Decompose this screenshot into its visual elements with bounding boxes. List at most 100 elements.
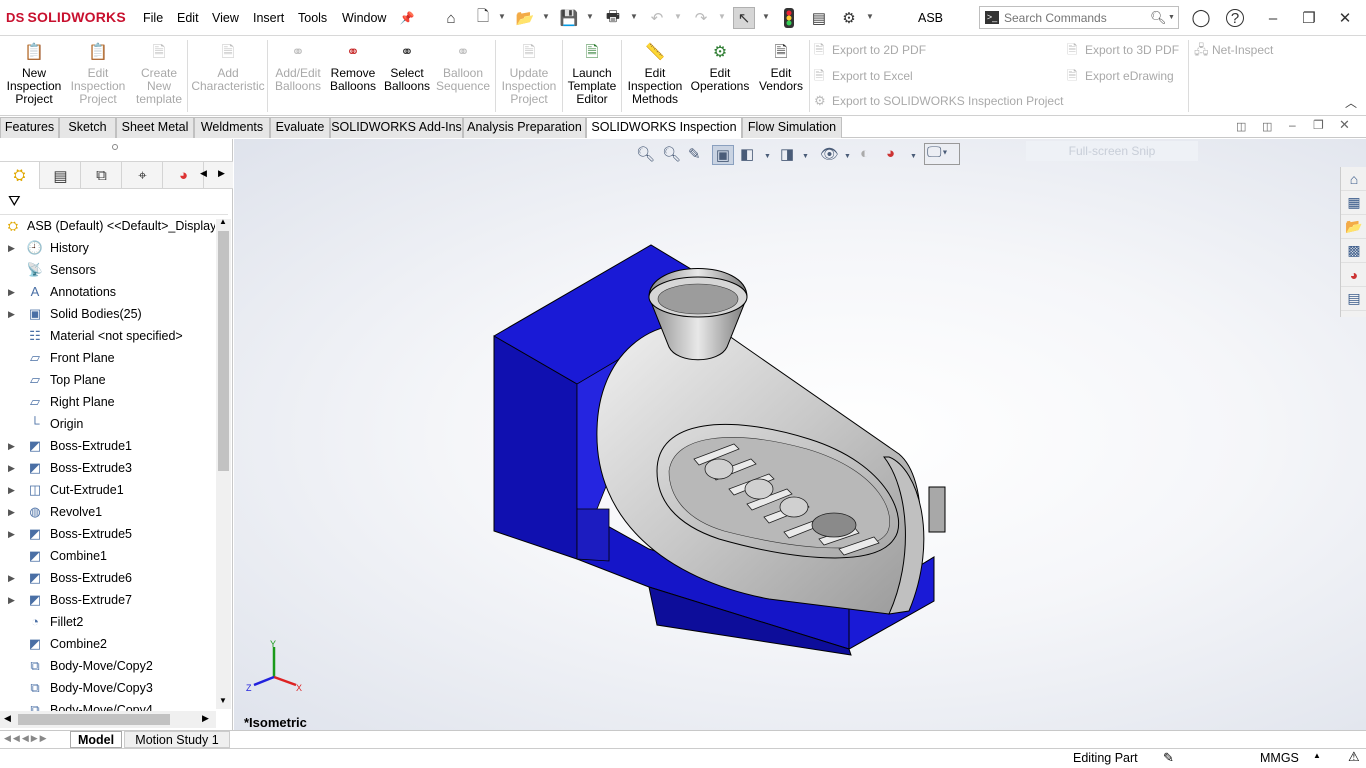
splitter-handle-icon[interactable] [112,144,118,150]
file-explorer-icon[interactable]: 📂 [1341,215,1366,239]
scroll-right-icon[interactable]: ▶ [218,168,225,179]
menu-edit[interactable]: Edit [177,11,199,25]
panel-splitter[interactable] [0,139,233,161]
scroll-up-icon[interactable]: ▲ [219,217,227,226]
expand-arrow-icon[interactable]: ▶ [8,501,15,523]
feature-manager-tab-icon[interactable]: ⛭ [0,162,40,189]
expand-arrow-icon[interactable]: ▶ [8,589,15,611]
unit-system[interactable]: MMGS [1260,751,1299,765]
tab-navigation-icon[interactable]: ◀◀◀▶▶ [4,733,49,744]
export-excel-button[interactable]: 🗎 Export to Excel [814,67,913,89]
minimize-icon[interactable]: – [1262,7,1284,29]
tile-right-icon[interactable]: ◫ [1262,120,1272,133]
tab-sketch[interactable]: Sketch [59,117,116,138]
zoom-to-area-icon[interactable]: 🔍︎ [662,145,681,163]
expand-arrow-icon[interactable]: ▶ [8,523,15,545]
scroll-thumb[interactable] [18,714,170,725]
edit-vendors-button[interactable]: 🗎 Edit Vendors [754,41,808,93]
tree-item[interactable]: 📡 Sensors [0,259,215,281]
view-palette-icon[interactable]: ▩ [1341,239,1366,263]
tab-sheet-metal[interactable]: Sheet Metal [116,117,194,138]
tree-vertical-scrollbar[interactable]: ▲ ▼ [216,217,231,709]
create-new-template-button[interactable]: 🗎 Create New template [129,41,189,106]
new-inspection-project-button[interactable]: 📋 New Inspection Project [4,41,64,106]
export-edrawing-button[interactable]: 🗎 Export eDrawing [1067,67,1174,89]
configuration-manager-tab-icon[interactable]: ⧉ [82,162,122,189]
expand-arrow-icon[interactable]: ▶ [8,303,15,325]
custom-properties-icon[interactable]: ▤ [1341,287,1366,311]
expand-arrow-icon[interactable]: ▶ [8,237,15,259]
doc-minimize-icon[interactable]: – [1289,118,1296,132]
display-style-icon[interactable]: ◨ [780,145,794,163]
scroll-left-icon[interactable]: ◀ [4,713,11,724]
tree-item[interactable]: ▶ ◩ Boss-Extrude3 [0,457,215,479]
tab-features[interactable]: Features [0,117,59,138]
section-view-icon[interactable]: ▣ [712,145,734,165]
dimxpert-tab-icon[interactable]: ⌖ [123,162,163,189]
close-icon[interactable]: ✕ [1334,7,1356,29]
display-manager-tab-icon[interactable]: ◕ [164,162,204,189]
tree-item[interactable]: └ Origin [0,413,215,435]
chevron-down-icon[interactable]: ▼ [866,12,874,21]
export-2d-pdf-button[interactable]: 🗎 Export to 2D PDF [814,41,926,63]
search-input[interactable] [1004,10,1144,26]
add-characteristic-button[interactable]: 🗎 Add Characteristic [190,41,266,93]
file-properties-icon[interactable]: ▤ [808,7,830,29]
graphics-area[interactable]: 🔍︎ 🔍︎ ✎ ▣ ◧ ▼ ◨ ▼ 👁︎ ▼ ◐ ◕ ▼ 🖵▼ Full-scr… [234,139,1366,730]
tree-filter[interactable]: ⛛ [0,189,228,215]
user-account-icon[interactable]: ◯ [1190,7,1212,29]
view-settings-icon[interactable]: 🖵▼ [924,143,960,165]
chevron-down-icon[interactable]: ▼ [586,12,594,21]
tab-analysis-preparation[interactable]: Analysis Preparation [463,117,586,138]
balloon-sequence-button[interactable]: ⚭ Balloon Sequence [435,41,491,93]
scroll-right-icon[interactable]: ▶ [202,713,209,724]
expand-arrow-icon[interactable]: ▶ [8,457,15,479]
tab-solidworks-inspection[interactable]: SOLIDWORKS Inspection [586,117,742,138]
expand-arrow-icon[interactable]: ▶ [8,479,15,501]
print-icon[interactable]: 🖶 [602,7,624,29]
previous-view-icon[interactable]: ✎ [688,145,701,163]
menu-tools[interactable]: Tools [298,11,327,25]
filter-icon[interactable]: ⛛ [8,193,21,210]
edit-operations-button[interactable]: ⚙ Edit Operations [688,41,752,93]
options-gear-icon[interactable]: ⚙ [838,7,860,29]
expand-arrow-icon[interactable]: ▶ [8,281,15,303]
menu-window[interactable]: Window [342,11,386,25]
tab-solidworks-add-ins[interactable]: SOLIDWORKS Add-Ins [330,117,463,138]
select-cursor-icon[interactable]: ↖ [733,7,755,29]
tree-horizontal-scrollbar[interactable]: ◀ ▶ [0,711,216,728]
doc-restore-icon[interactable]: ❐ [1313,118,1324,132]
save-icon[interactable]: 💾 [558,7,580,29]
tab-model[interactable]: Model [70,731,122,748]
export-3d-pdf-button[interactable]: 🗎 Export to 3D PDF [1067,41,1179,63]
select-balloons-button[interactable]: ⚭ Select Balloons [381,41,433,93]
tree-item[interactable]: ◩ Combine1 [0,545,215,567]
tree-item[interactable]: ▶ ▣ Solid Bodies(25) [0,303,215,325]
tree-item[interactable]: ▶ 🕘 History [0,237,215,259]
tab-motion-study[interactable]: Motion Study 1 [124,731,230,748]
tab-weldments[interactable]: Weldments [194,117,270,138]
collapse-ribbon-icon[interactable]: ︿ [1345,94,1357,111]
tree-item[interactable]: ▶ ◩ Boss-Extrude6 [0,567,215,589]
help-icon[interactable]: ? [1226,9,1244,27]
expand-arrow-icon[interactable]: ▶ [8,567,15,589]
chevron-down-icon[interactable]: ▼ [674,12,682,21]
chevron-down-icon[interactable]: ▼ [718,12,726,21]
net-inspect-button[interactable]: 🖧 Net-Inspect [1194,41,1273,63]
hide-show-items-icon[interactable]: 👁︎ [820,145,839,163]
search-icon[interactable]: 🔍︎ [1150,10,1167,26]
quick-tips-icon[interactable]: ⚠ [1348,749,1360,765]
tree-item[interactable]: ▶ ◫ Cut-Extrude1 [0,479,215,501]
tile-left-icon[interactable]: ◫ [1236,120,1246,133]
chevron-down-icon[interactable]: ▼ [941,150,948,157]
traffic-light-icon[interactable] [778,7,800,29]
tree-item[interactable]: ▶ ◩ Boss-Extrude5 [0,523,215,545]
chevron-down-icon[interactable]: ▼ [762,12,770,21]
edit-inspection-project-button[interactable]: 📋 Edit Inspection Project [68,41,128,106]
pin-icon[interactable]: 📌 [396,7,418,29]
apply-scene-icon[interactable]: ◕ [886,145,895,162]
chevron-down-icon[interactable]: ▼ [910,153,917,160]
tree-item[interactable]: ☷ Material <not specified> [0,325,215,347]
chevron-down-icon[interactable]: ▼ [498,12,506,21]
restore-icon[interactable]: ❐ [1298,7,1320,29]
